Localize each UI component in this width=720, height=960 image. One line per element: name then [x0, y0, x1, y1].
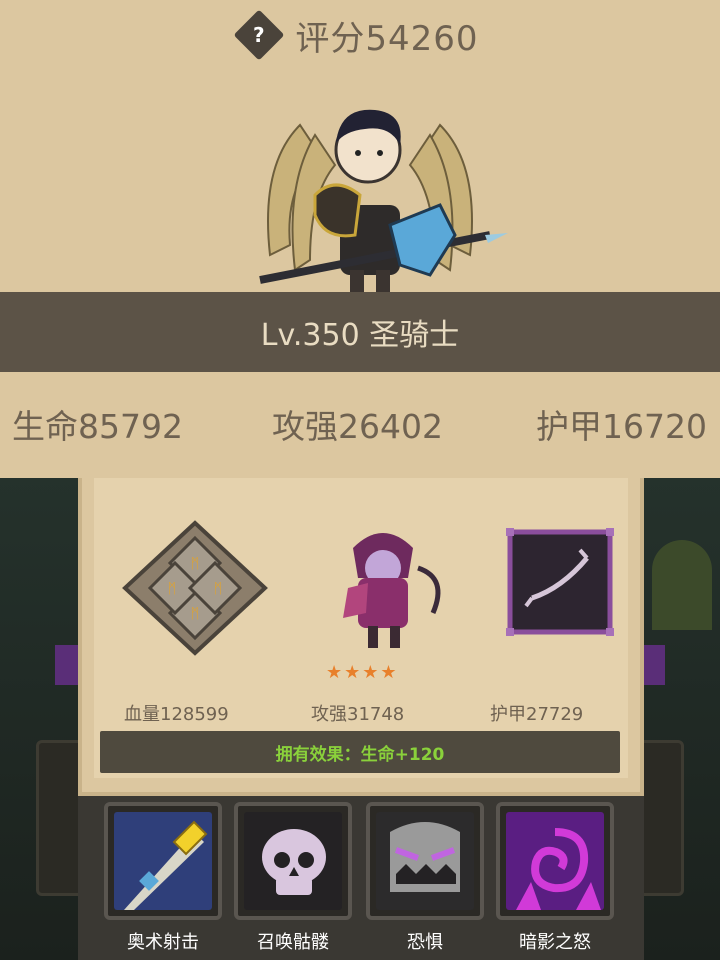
hero-info-panel: ? 评分54260 Lv.350 圣骑士 生命85792 攻强26402 护甲1… — [0, 0, 720, 478]
help-button[interactable]: ? — [233, 9, 285, 61]
question-icon: ? — [253, 22, 266, 47]
score-row: ? 评分54260 — [0, 9, 720, 61]
hero-stats: 生命85792 攻强26402 护甲16720 — [0, 400, 720, 454]
skill-arcane-shot[interactable] — [104, 802, 222, 920]
skill-summon-skeleton[interactable] — [234, 802, 352, 920]
skill-label: 召唤骷髅 — [257, 932, 329, 953]
shadow-wrath-icon — [506, 812, 604, 910]
level-class-text: Lv.350 圣骑士 — [260, 318, 460, 353]
star-icon: ★ — [344, 662, 361, 683]
attack-stat: 攻强26402 — [272, 407, 443, 446]
svg-text:ᛗ: ᛗ — [191, 606, 199, 622]
svg-text:ᛗ: ᛗ — [168, 581, 176, 597]
owned-effect-text: 拥有效果：生命+120 — [275, 744, 445, 765]
summon-skeleton-icon — [244, 812, 342, 910]
arcane-shot-icon — [114, 812, 212, 910]
skill-label: 暗影之怒 — [519, 932, 591, 953]
star-icon: ★ — [326, 662, 343, 683]
score-text: 评分54260 — [295, 18, 479, 59]
rune-medallion-icon[interactable]: ᛗᛗᛗ ᛗ — [120, 518, 270, 658]
item-attack-value: 攻强31748 — [311, 704, 405, 725]
dark-bow-icon[interactable] — [492, 518, 642, 658]
dark-ranger-pet-icon[interactable] — [308, 518, 458, 658]
skill-label: 奥术射击 — [127, 932, 199, 953]
star-icon: ★ — [380, 662, 397, 683]
svg-text:ᛗ: ᛗ — [214, 581, 222, 597]
purple-banner — [641, 645, 665, 685]
level-band: Lv.350 圣骑士 — [0, 292, 720, 372]
hp-stat: 生命85792 — [12, 407, 183, 446]
armor-stat: 护甲16720 — [536, 407, 707, 446]
fear-icon — [376, 812, 474, 910]
owned-effect-bar: 拥有效果：生命+120 — [100, 731, 620, 773]
star-icon: ★ — [362, 662, 379, 683]
pet-star-rating: ★ ★ ★ ★ — [326, 662, 397, 683]
svg-text:ᛗ: ᛗ — [191, 556, 199, 572]
paladin-hero-sprite — [259, 109, 508, 295]
skill-fear[interactable] — [366, 802, 484, 920]
skill-shadow-wrath[interactable] — [496, 802, 614, 920]
dungeon-door — [652, 540, 712, 630]
purple-banner — [55, 645, 79, 685]
item-hp-value: 血量128599 — [124, 704, 229, 725]
item-armor-value: 护甲27729 — [490, 704, 584, 725]
skill-label: 恐惧 — [407, 932, 443, 953]
